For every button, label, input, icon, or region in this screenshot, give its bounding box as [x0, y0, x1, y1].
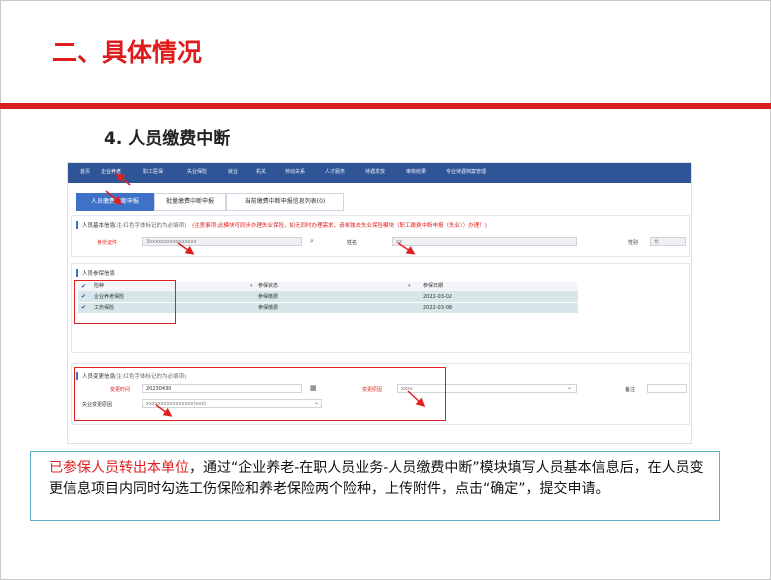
arrow-id — [177, 242, 195, 255]
description-box: 已参保人员转出本单位，通过“企业养老-在职人员业务-人员缴费中断”模块填写人员基… — [30, 451, 720, 521]
arrow-name — [397, 242, 416, 255]
title-divider — [0, 103, 771, 109]
arrow-nav — [115, 173, 131, 186]
description-text: 已参保人员转出本单位，通过“企业养老-在职人员业务-人员缴费中断”模块填写人员基… — [49, 458, 709, 500]
arrow-tab — [105, 190, 123, 205]
description-highlight: 已参保人员转出本单位 — [49, 460, 189, 476]
arrow-unemployment — [155, 404, 173, 417]
embedded-screenshot: 首页 企业养老 职工医保 失业保险 就业 机关 劳动关系 人才服务 待遇发放 审… — [67, 162, 692, 444]
slide-title: 二、具体情况 — [52, 38, 203, 67]
annotation-arrows — [105, 173, 426, 417]
arrow-reason — [407, 390, 426, 408]
slide-subtitle: 4. 人员缴费中断 — [104, 129, 231, 149]
